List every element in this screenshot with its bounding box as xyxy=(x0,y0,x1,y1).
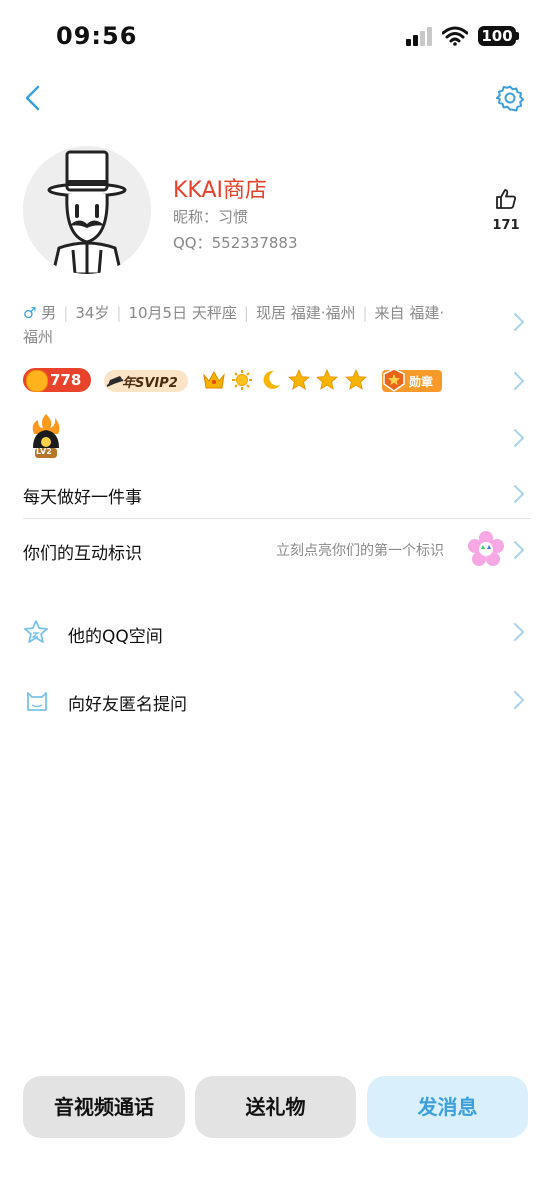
medal-icon xyxy=(383,368,405,392)
signature-text[interactable]: 每天做好一件事 xyxy=(23,483,142,508)
back-icon[interactable] xyxy=(22,84,46,112)
chevron-right-icon[interactable] xyxy=(513,622,525,642)
gender-text: 男 xyxy=(41,304,57,322)
moon-icon xyxy=(263,370,280,389)
age-text: 34岁 xyxy=(75,304,110,322)
divider xyxy=(23,518,531,519)
profile-nickname: 昵称：习惯 xyxy=(173,208,249,226)
star-icon xyxy=(316,369,338,390)
residence-text: 现居 福建·福州 xyxy=(255,304,356,322)
settings-gear-icon[interactable] xyxy=(496,84,524,112)
chevron-right-icon[interactable] xyxy=(513,540,525,560)
qzone-star-icon xyxy=(24,620,48,643)
interaction-hint[interactable]: 立刻点亮你们的第一个标识 xyxy=(276,540,444,560)
coin-icon xyxy=(26,370,48,392)
qzone-link[interactable]: 他的QQ空间 xyxy=(68,622,163,647)
chevron-right-icon[interactable] xyxy=(513,690,525,710)
svip-label: 年SVIP2 xyxy=(122,376,178,391)
sun-icon xyxy=(232,370,252,390)
profile-qq-number: QQ：552337883 xyxy=(173,234,298,252)
origin-text-continued: 福州 xyxy=(23,328,54,346)
chevron-right-icon[interactable] xyxy=(513,312,525,332)
level-label: LV2 xyxy=(36,447,52,456)
battery-tip xyxy=(516,32,519,40)
profile-name: KKAI商店 xyxy=(173,178,268,203)
video-call-button[interactable]: 音视频通话 xyxy=(23,1076,185,1138)
cat-icon xyxy=(27,692,47,711)
signal-icon xyxy=(406,27,432,46)
like-count: 171 xyxy=(492,218,520,233)
profile-info-line[interactable]: ♂ 男 | 34岁 | 10月5日 天秤座 | 现居 福建·福州 | 来自 福建· 福州 xyxy=(23,301,493,349)
flower-badge-icon[interactable] xyxy=(468,531,504,567)
chevron-right-icon[interactable] xyxy=(513,484,525,504)
medal-label: 勋章 xyxy=(409,375,434,389)
anonymous-question-link[interactable]: 向好友匿名提问 xyxy=(68,690,187,715)
star-icon xyxy=(288,369,310,390)
birthday-text: 10月5日 天秤座 xyxy=(128,304,237,322)
top-hat-man-avatar-image xyxy=(23,146,151,274)
star-icon xyxy=(345,369,367,390)
wifi-icon xyxy=(442,26,468,46)
male-icon: ♂ xyxy=(23,304,37,322)
send-gift-button[interactable]: 送礼物 xyxy=(195,1076,356,1138)
coin-value: 778 xyxy=(50,371,82,389)
chevron-right-icon[interactable] xyxy=(513,428,525,448)
avatar[interactable] xyxy=(23,146,151,274)
crown-icon xyxy=(203,370,225,389)
thumbs-up-icon[interactable] xyxy=(494,187,518,211)
send-message-button[interactable]: 发消息 xyxy=(367,1076,528,1138)
chevron-right-icon[interactable] xyxy=(513,371,525,391)
interaction-label[interactable]: 你们的互动标识 xyxy=(23,539,142,564)
battery-level: 100 xyxy=(478,26,516,46)
status-time: 09:56 xyxy=(56,22,138,50)
origin-text: 来自 福建· xyxy=(374,304,445,322)
